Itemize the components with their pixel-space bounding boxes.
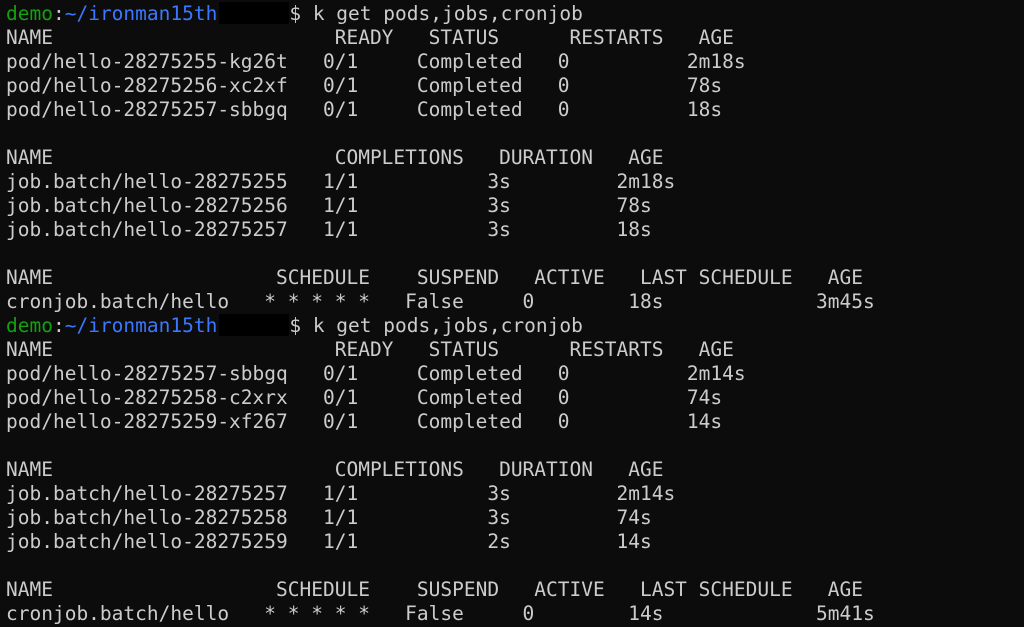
cronjob-row: cronjob.batch/hello * * * * * False 0 14…: [6, 602, 875, 625]
cronjob-header: NAME SCHEDULE SUSPEND ACTIVE LAST SCHEDU…: [6, 578, 864, 601]
jobs-header: NAME COMPLETIONS DURATION AGE: [6, 458, 664, 481]
prompt-user: demo: [6, 314, 53, 337]
job-row: job.batch/hello-28275259 1/1 2s 14s: [6, 530, 652, 553]
prompt-path: ~/ironman15th: [64, 314, 218, 337]
prompt-path: ~/ironman15th: [64, 2, 218, 25]
prompt-symbol: $: [289, 314, 313, 337]
terminal-window[interactable]: demo:~/ironman15th $ k get pods,jobs,cron…: [0, 0, 1024, 627]
pod-row: pod/hello-28275258-c2xrx 0/1 Completed 0…: [6, 386, 723, 409]
command-text: k get pods,jobs,cronjob: [312, 2, 583, 25]
prompt-symbol: $: [289, 2, 313, 25]
pod-row: pod/hello-28275259-xf267 0/1 Completed 0…: [6, 410, 723, 433]
redacted-region: [219, 314, 290, 336]
job-row: job.batch/hello-28275256 1/1 3s 78s: [6, 194, 652, 217]
prompt-line: demo:~/ironman15th $ k get pods,jobs,cron…: [6, 314, 1024, 338]
pod-row: pod/hello-28275257-sbbgq 0/1 Completed 0…: [6, 98, 723, 121]
cronjob-header: NAME SCHEDULE SUSPEND ACTIVE LAST SCHEDU…: [6, 266, 864, 289]
prompt-separator: :: [52, 314, 65, 337]
pod-row: pod/hello-28275255-kg26t 0/1 Completed 0…: [6, 50, 746, 73]
command-text: k get pods,jobs,cronjob: [312, 314, 583, 337]
job-row: job.batch/hello-28275257 1/1 3s 18s: [6, 218, 652, 241]
pods-header: NAME READY STATUS RESTARTS AGE: [6, 26, 734, 49]
jobs-header: NAME COMPLETIONS DURATION AGE: [6, 146, 664, 169]
prompt-separator: :: [52, 2, 65, 25]
pods-header: NAME READY STATUS RESTARTS AGE: [6, 338, 734, 361]
job-row: job.batch/hello-28275257 1/1 3s 2m14s: [6, 482, 676, 505]
prompt-user: demo: [6, 2, 53, 25]
prompt-line: demo:~/ironman15th $ k get pods,jobs,cron…: [6, 2, 1024, 26]
job-row: job.batch/hello-28275255 1/1 3s 2m18s: [6, 170, 676, 193]
pod-row: pod/hello-28275257-sbbgq 0/1 Completed 0…: [6, 362, 746, 385]
pod-row: pod/hello-28275256-xc2xf 0/1 Completed 0…: [6, 74, 723, 97]
cronjob-row: cronjob.batch/hello * * * * * False 0 18…: [6, 290, 875, 313]
job-row: job.batch/hello-28275258 1/1 3s 74s: [6, 506, 652, 529]
redacted-region: [219, 2, 290, 24]
